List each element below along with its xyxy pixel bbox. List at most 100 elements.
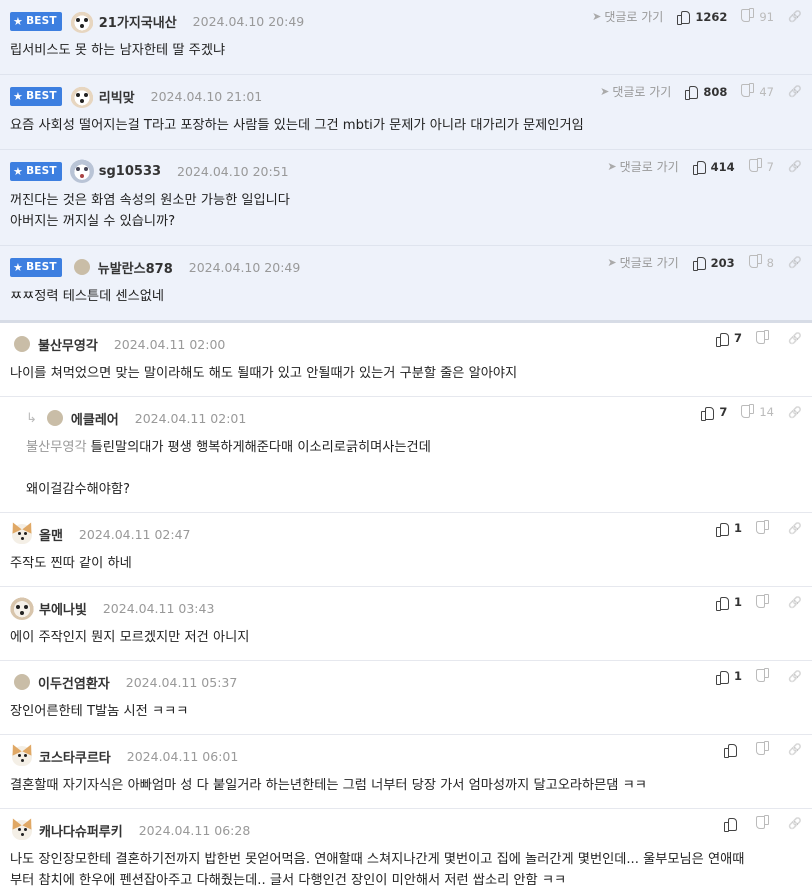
downvote-button[interactable] bbox=[756, 670, 774, 683]
go-to-reply-link[interactable]: ➤ 댓글로 가기 bbox=[607, 158, 678, 175]
downvote-button[interactable] bbox=[756, 522, 774, 535]
avatar[interactable] bbox=[14, 336, 30, 352]
upvote-button[interactable]: 1 bbox=[715, 595, 742, 611]
comment-body: 나이를 쳐먹었으면 맞는 말이라해도 해도 될때가 있고 안될때가 있는거 구분… bbox=[10, 363, 802, 396]
thumbs-down-icon bbox=[741, 85, 754, 98]
comment-header: 올맨 2024.04.11 02:47 bbox=[8, 513, 802, 553]
comment-line: 아버지는 꺼지실 수 있습니까? bbox=[10, 211, 802, 232]
nickname[interactable]: 캐나다슈퍼루키 bbox=[39, 821, 123, 840]
comment: 캐나다슈퍼루키 2024.04.11 06:28 🔗 나도 장인장모한테 결혼하기전까… bbox=[0, 809, 812, 886]
go-to-reply-link[interactable]: ➤ 댓글로 가기 bbox=[607, 254, 678, 271]
nickname[interactable]: 21가지국내산 bbox=[99, 12, 177, 31]
link-icon[interactable]: 🔗 bbox=[788, 160, 802, 173]
downvote-button[interactable] bbox=[756, 332, 774, 345]
downvote-count: 7 bbox=[766, 159, 774, 174]
comment-header: 부에나빛 2024.04.11 03:43 bbox=[10, 587, 802, 627]
downvote-button[interactable]: 8 bbox=[749, 256, 774, 270]
avatar[interactable] bbox=[69, 84, 94, 108]
link-icon[interactable]: 🔗 bbox=[788, 85, 802, 98]
go-to-reply-link[interactable]: ➤ 댓글로 가기 bbox=[592, 8, 663, 25]
downvote-button[interactable]: 91 bbox=[741, 10, 774, 24]
thumbs-down-icon bbox=[741, 10, 754, 23]
avatar-ear-left bbox=[8, 520, 22, 534]
comment-text: 나이를 쳐먹었으면 맞는 말이라해도 해도 될때가 있고 안될때가 있는거 구분… bbox=[10, 366, 518, 381]
comment-header: 코스타쿠르타 2024.04.11 06:01 bbox=[8, 735, 802, 775]
link-icon[interactable]: 🔗 bbox=[788, 596, 802, 609]
comment-line: 왜이걸감수해야함? bbox=[26, 479, 802, 500]
comment-actions: 7 🔗 bbox=[715, 331, 802, 347]
avatar[interactable] bbox=[73, 259, 90, 275]
avatar[interactable] bbox=[8, 816, 36, 842]
comment-text: ㅉㅉ정력 테스튼데 센스없네 bbox=[10, 289, 164, 304]
upvote-button[interactable]: 1 bbox=[715, 669, 742, 685]
timestamp: 2024.04.11 03:43 bbox=[102, 600, 215, 616]
upvote-count: 414 bbox=[710, 159, 735, 174]
thumbs-up-icon bbox=[724, 743, 737, 758]
comment-actions: 🔗 bbox=[724, 743, 802, 758]
downvote-button[interactable]: 14 bbox=[741, 405, 774, 419]
upvote-button[interactable]: 7 bbox=[715, 331, 742, 347]
timestamp: 2024.04.11 02:01 bbox=[134, 410, 247, 426]
comment-body: 나도 장인장모한테 결혼하기전까지 밥한번 못얻어먹음. 연애할때 스쳐지나간게… bbox=[10, 849, 802, 886]
link-icon[interactable]: 🔗 bbox=[788, 406, 802, 419]
comment-text: 장인어른한테 T발놈 시전 ㅋㅋㅋ bbox=[10, 704, 189, 719]
downvote-button[interactable] bbox=[756, 743, 774, 756]
go-to-reply-link[interactable]: ➤ 댓글로 가기 bbox=[600, 83, 671, 100]
nickname[interactable]: 에클레어 bbox=[71, 409, 119, 428]
reply-comment: ↳ 에클레어 2024.04.11 02:01 7 14 🔗 불산무영각 틀린말의대가 평생 … bbox=[0, 397, 812, 513]
nickname[interactable]: sg10533 bbox=[99, 164, 161, 179]
upvote-button[interactable]: 203 bbox=[692, 256, 735, 271]
nickname[interactable]: 뉴발란스878 bbox=[98, 258, 173, 277]
thumbs-down-icon bbox=[756, 522, 769, 535]
upvote-button[interactable]: 1262 bbox=[677, 10, 727, 25]
upvote-button[interactable] bbox=[724, 817, 742, 832]
avatar-ear-right bbox=[22, 520, 36, 534]
downvote-button[interactable]: 47 bbox=[741, 85, 774, 99]
link-icon[interactable]: 🔗 bbox=[788, 10, 802, 23]
nickname[interactable]: 올맨 bbox=[39, 525, 63, 544]
avatar-ear-left bbox=[8, 816, 22, 830]
thumbs-up-icon bbox=[715, 596, 729, 611]
comment-actions: ➤ 댓글로 가기 414 7 🔗 bbox=[607, 158, 802, 175]
comment-body: 꺼진다는 것은 화염 속성의 원소만 가능한 일입니다아버지는 꺼지실 수 있습… bbox=[10, 190, 802, 245]
avatar[interactable] bbox=[14, 674, 30, 690]
upvote-button[interactable]: 808 bbox=[685, 85, 727, 100]
thumbs-up-icon bbox=[701, 406, 715, 421]
link-icon[interactable]: 🔗 bbox=[788, 817, 802, 830]
reply-link-label: 댓글로 가기 bbox=[619, 256, 679, 270]
link-icon[interactable]: 🔗 bbox=[788, 670, 802, 683]
avatar[interactable] bbox=[46, 410, 63, 426]
avatar-ear-left bbox=[8, 742, 22, 756]
downvote-button[interactable] bbox=[756, 596, 774, 609]
best-label: BEST bbox=[26, 90, 57, 102]
comment-actions: ➤ 댓글로 가기 808 47 🔗 bbox=[600, 83, 802, 100]
downvote-button[interactable] bbox=[756, 817, 774, 830]
comment-text: 꺼진다는 것은 화염 속성의 원소만 가능한 일입니다 bbox=[10, 193, 290, 208]
nickname[interactable]: 이두건염환자 bbox=[38, 673, 110, 692]
upvote-button[interactable]: 7 bbox=[701, 405, 727, 421]
best-badge: ★ BEST bbox=[10, 86, 62, 106]
upvote-button[interactable]: 414 bbox=[692, 159, 735, 175]
avatar[interactable] bbox=[8, 742, 36, 768]
avatar[interactable] bbox=[10, 596, 34, 620]
nickname[interactable]: 불산무영각 bbox=[38, 335, 98, 354]
comment-header: 캐나다슈퍼루키 2024.04.11 06:28 bbox=[8, 809, 802, 849]
comment-body: 주작도 찐따 같이 하네 bbox=[10, 553, 802, 586]
mention-link[interactable]: 불산무영각 bbox=[26, 440, 87, 455]
upvote-button[interactable]: 1 bbox=[715, 521, 742, 537]
comment-body: 불산무영각 틀린말의대가 평생 행복하게해준다매 이소리로긁히며사는건데 왜이걸감수… bbox=[26, 437, 802, 512]
comment-header: ↳ 에클레어 2024.04.11 02:01 bbox=[26, 397, 802, 437]
avatar[interactable] bbox=[69, 9, 94, 33]
nickname[interactable]: 부에나빛 bbox=[39, 599, 87, 618]
avatar[interactable] bbox=[69, 159, 94, 183]
nickname[interactable]: 리빅맞 bbox=[99, 87, 135, 106]
best-label: BEST bbox=[26, 15, 57, 27]
upvote-button[interactable] bbox=[724, 743, 742, 758]
link-icon[interactable]: 🔗 bbox=[788, 743, 802, 756]
link-icon[interactable]: 🔗 bbox=[788, 332, 802, 345]
link-icon[interactable]: 🔗 bbox=[788, 256, 802, 269]
link-icon[interactable]: 🔗 bbox=[788, 522, 802, 535]
avatar[interactable] bbox=[8, 520, 36, 546]
nickname[interactable]: 코스타쿠르타 bbox=[39, 747, 111, 766]
downvote-button[interactable]: 7 bbox=[749, 160, 774, 174]
